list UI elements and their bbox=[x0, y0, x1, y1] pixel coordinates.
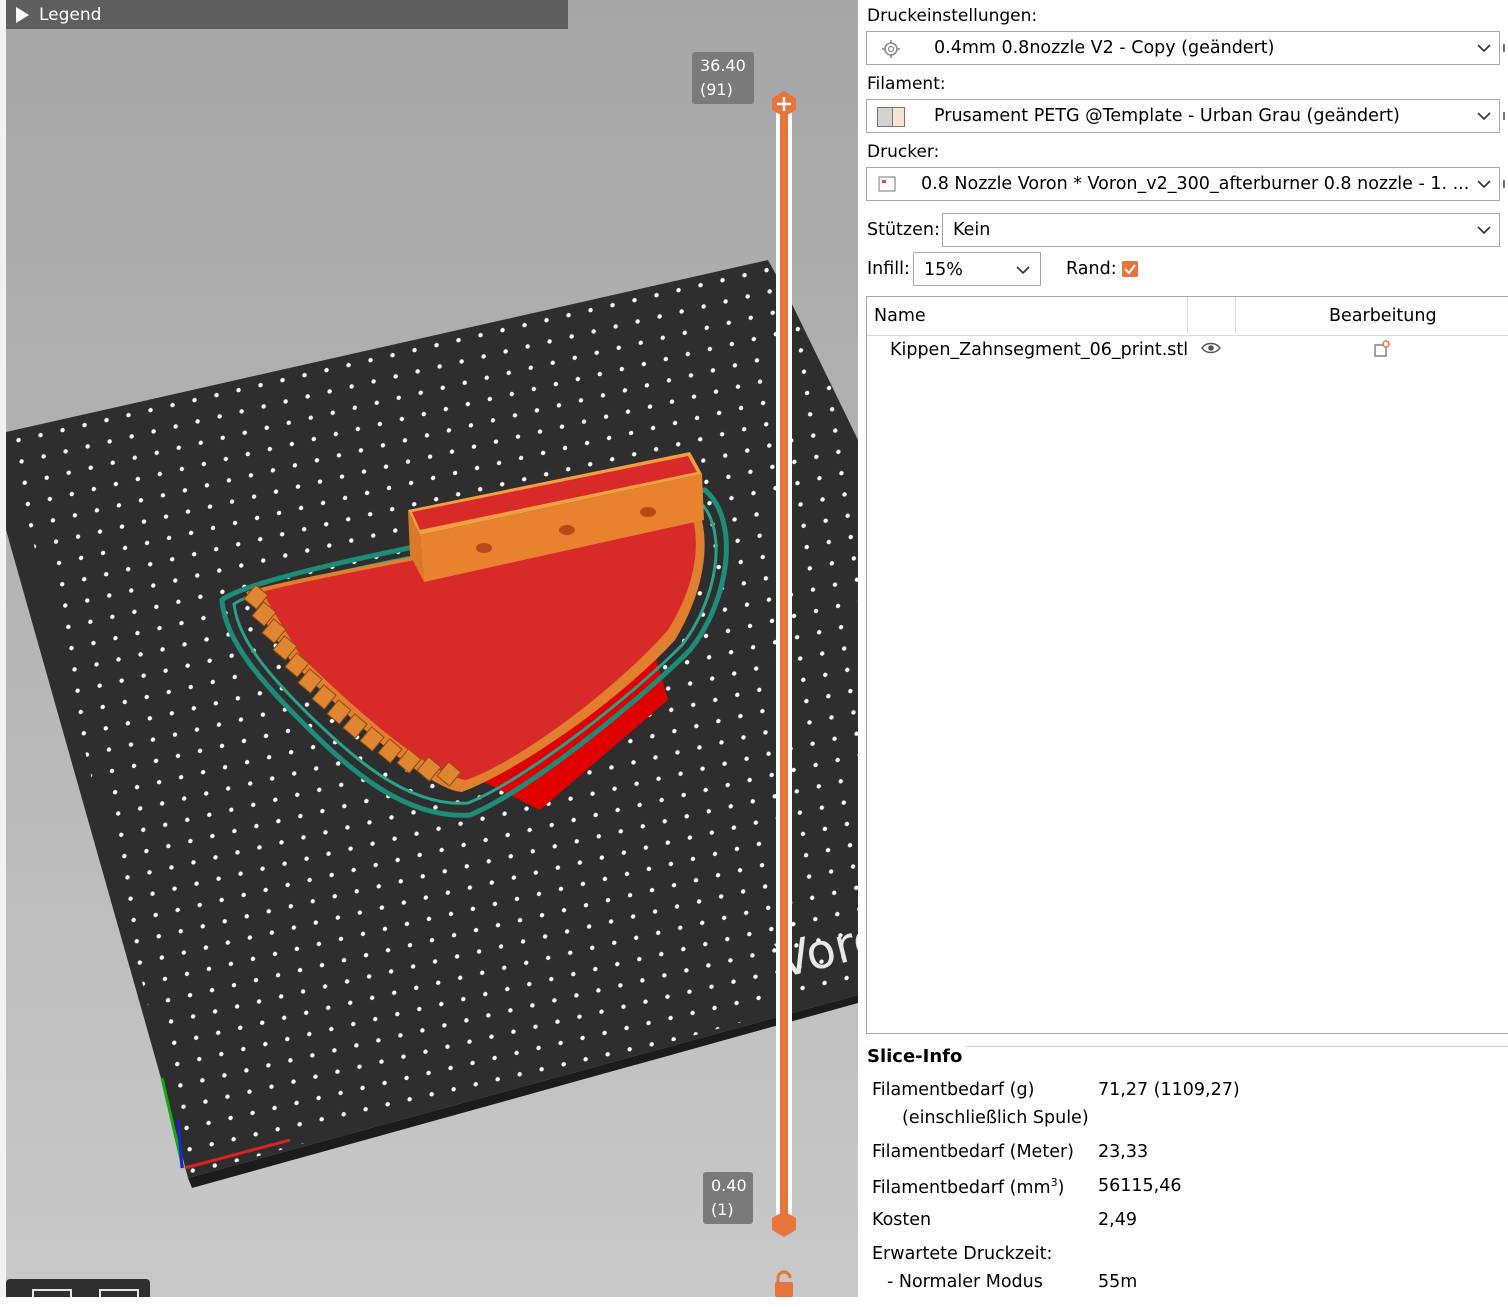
legend-label: Legend bbox=[39, 4, 102, 25]
column-header-name[interactable]: Name bbox=[874, 306, 926, 326]
filament-label: Filament: bbox=[867, 74, 946, 94]
filament-volume-value: 56115,46 bbox=[1098, 1176, 1182, 1196]
filament-value: Prusament PETG @Template - Urban Grau (g… bbox=[934, 106, 1400, 126]
cost-value: 2,49 bbox=[1098, 1210, 1137, 1230]
object-list-header: Name Bearbeitung bbox=[867, 297, 1508, 336]
print-settings-value: 0.4mm 0.8nozzle V2 - Copy (geändert) bbox=[934, 38, 1275, 58]
object-name[interactable]: Kippen_Zahnsegment_06_print.stl bbox=[890, 340, 1188, 360]
gear-icon bbox=[882, 40, 900, 58]
viewport-edge bbox=[0, 0, 6, 1297]
view-preview-button[interactable] bbox=[99, 1289, 139, 1297]
chevron-down-icon bbox=[1477, 44, 1491, 53]
build-plate-scene[interactable]: Voron bbox=[0, 0, 858, 1297]
supports-dropdown[interactable]: Kein bbox=[942, 213, 1500, 247]
normal-mode-label: - Normaler Modus bbox=[887, 1272, 1043, 1292]
filament-volume-label: Filamentbedarf (mm3) bbox=[872, 1176, 1065, 1198]
supports-value: Kein bbox=[953, 220, 991, 240]
layer-slider-range[interactable] bbox=[780, 104, 788, 1224]
lock-icon[interactable] bbox=[771, 1270, 797, 1297]
3d-viewport[interactable]: Voron Legend 36.40 (91) 0.40 (1) bbox=[0, 0, 858, 1297]
panel-edge-mark bbox=[1503, 180, 1508, 188]
filament-weight-value: 71,27 (1109,27) bbox=[1098, 1080, 1240, 1100]
filament-weight-sublabel: (einschließlich Spule) bbox=[902, 1108, 1089, 1128]
filament-length-value: 23,33 bbox=[1098, 1142, 1149, 1162]
column-divider bbox=[1187, 297, 1188, 333]
supports-label: Stützen: bbox=[867, 220, 940, 240]
settings-panel: Druckeinstellungen: 0.4mm 0.8nozzle V2 -… bbox=[858, 0, 1508, 1297]
cost-label: Kosten bbox=[872, 1210, 932, 1230]
layer-slider-top-thumb[interactable] bbox=[771, 91, 797, 117]
edit-settings-icon[interactable] bbox=[1373, 340, 1391, 358]
play-triangle-icon bbox=[16, 6, 29, 23]
chevron-down-icon bbox=[1016, 266, 1030, 275]
object-list[interactable]: Name Bearbeitung Kippen_Zahnsegment_06_p… bbox=[866, 296, 1508, 1034]
bottom-layer-number: (1) bbox=[711, 1200, 734, 1219]
printer-value: 0.8 Nozzle Voron * Voron_v2_300_afterbur… bbox=[921, 174, 1470, 194]
view-3d-button[interactable] bbox=[32, 1289, 72, 1297]
bottom-layer-label: 0.40 (1) bbox=[703, 1172, 753, 1224]
bottom-layer-height: 0.40 bbox=[711, 1176, 747, 1195]
print-settings-label: Druckeinstellungen: bbox=[867, 6, 1038, 26]
slice-info-title: Slice-Info bbox=[867, 1046, 967, 1067]
brim-label: Rand: bbox=[1066, 259, 1117, 279]
top-layer-height: 36.40 bbox=[700, 56, 746, 75]
filament-weight-label: Filamentbedarf (g) bbox=[872, 1080, 1035, 1100]
printer-dropdown[interactable]: 0.8 Nozzle Voron * Voron_v2_300_afterbur… bbox=[866, 167, 1500, 201]
column-header-edit[interactable]: Bearbeitung bbox=[1329, 306, 1437, 326]
filament-dropdown[interactable]: Prusament PETG @Template - Urban Grau (g… bbox=[866, 99, 1500, 133]
eye-icon[interactable] bbox=[1201, 341, 1221, 355]
chevron-down-icon bbox=[1477, 226, 1491, 235]
infill-dropdown[interactable]: 15% bbox=[913, 252, 1041, 286]
printer-icon bbox=[878, 176, 896, 192]
infill-label: Infill: bbox=[867, 259, 910, 279]
filament-swatch-icon bbox=[877, 107, 905, 127]
normal-mode-value: 55m bbox=[1098, 1272, 1138, 1292]
view-toolbar bbox=[6, 1279, 150, 1297]
chevron-down-icon bbox=[1477, 112, 1491, 121]
print-time-label: Erwartete Druckzeit: bbox=[872, 1244, 1053, 1264]
infill-value: 15% bbox=[924, 260, 963, 280]
filament-length-label: Filamentbedarf (Meter) bbox=[872, 1142, 1074, 1162]
top-layer-label: 36.40 (91) bbox=[692, 52, 754, 104]
printer-label: Drucker: bbox=[867, 142, 940, 162]
column-divider bbox=[1235, 297, 1236, 333]
layer-slider-bottom-thumb[interactable] bbox=[771, 1211, 797, 1237]
panel-edge-mark bbox=[1503, 112, 1508, 120]
checkmark-icon bbox=[1124, 264, 1136, 275]
top-layer-number: (91) bbox=[700, 80, 733, 99]
panel-edge-mark bbox=[1503, 44, 1508, 52]
chevron-down-icon bbox=[1477, 180, 1491, 189]
legend-toggle[interactable]: Legend bbox=[6, 0, 568, 29]
print-settings-dropdown[interactable]: 0.4mm 0.8nozzle V2 - Copy (geändert) bbox=[866, 31, 1500, 65]
brim-checkbox[interactable] bbox=[1122, 261, 1138, 277]
